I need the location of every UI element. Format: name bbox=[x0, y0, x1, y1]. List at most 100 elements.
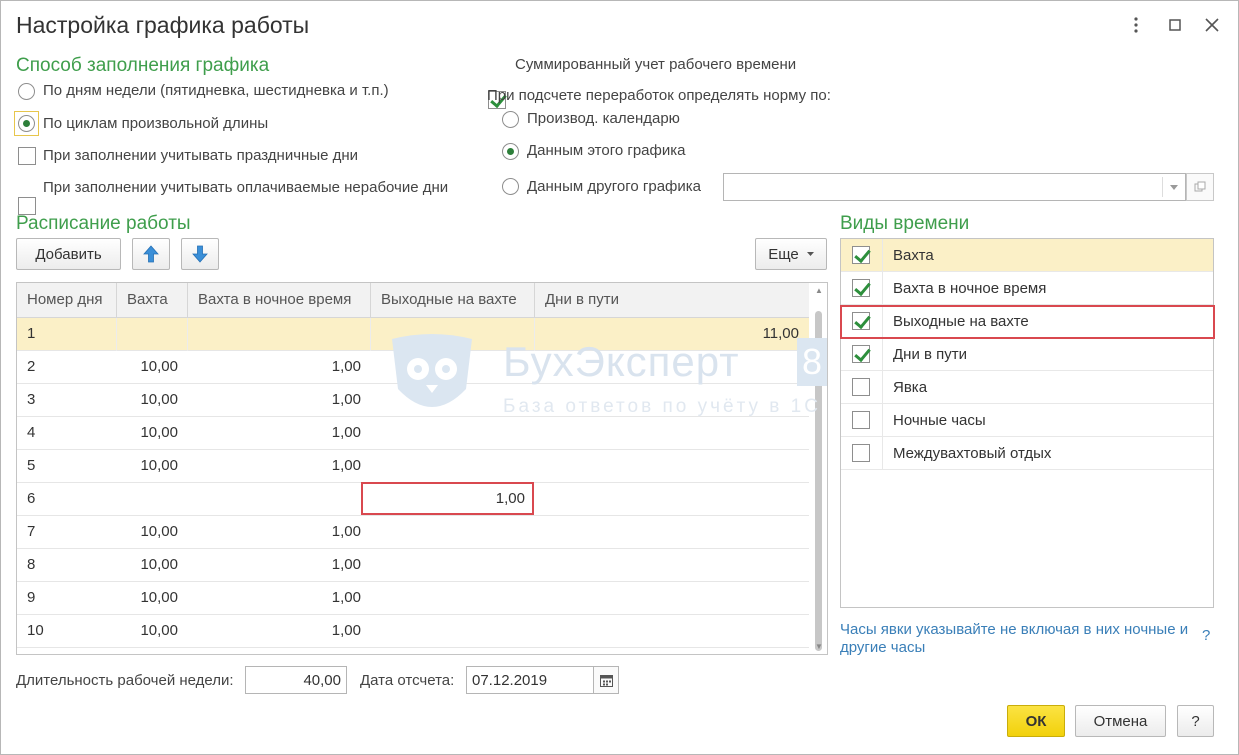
hint-help-icon[interactable]: ? bbox=[1202, 627, 1210, 644]
cell-travel-days[interactable] bbox=[535, 450, 809, 483]
cell-vahta[interactable]: 10,00 bbox=[117, 384, 188, 417]
cell-days-off[interactable] bbox=[371, 615, 535, 648]
time-type-checkbox[interactable] bbox=[852, 246, 870, 264]
cell-vahta[interactable]: 10,00 bbox=[117, 516, 188, 549]
time-type-item[interactable]: Вахта bbox=[841, 239, 1213, 272]
more-button[interactable]: Еще bbox=[755, 238, 827, 270]
help-button[interactable]: ? bbox=[1177, 705, 1214, 737]
cell-vahta-night[interactable] bbox=[188, 483, 371, 516]
cell-vahta[interactable]: 10,00 bbox=[117, 582, 188, 615]
cell-vahta-night[interactable] bbox=[188, 318, 371, 351]
col-vahta[interactable]: Вахта bbox=[117, 283, 188, 318]
cell-vahta[interactable]: 10,00 bbox=[117, 615, 188, 648]
table-row[interactable]: 4 10,00 1,00 bbox=[17, 417, 809, 450]
cell-travel-days[interactable] bbox=[535, 516, 809, 549]
cell-vahta[interactable]: 10,00 bbox=[117, 351, 188, 384]
cell-vahta[interactable]: 10,00 bbox=[117, 417, 188, 450]
chevron-down-icon[interactable] bbox=[1162, 177, 1184, 197]
col-day-number[interactable]: Номер дня bbox=[17, 283, 117, 318]
time-type-item[interactable]: Междувахтовый отдых bbox=[841, 437, 1213, 470]
radio-other-schedule[interactable] bbox=[502, 178, 519, 195]
radio-cycles-focus[interactable] bbox=[14, 111, 39, 136]
radio-calendar[interactable] bbox=[502, 111, 519, 128]
other-schedule-select[interactable] bbox=[723, 173, 1186, 201]
col-vahta-night[interactable]: Вахта в ночное время bbox=[188, 283, 371, 318]
cell-day[interactable]: 10 bbox=[17, 615, 117, 648]
cell-day[interactable]: 9 bbox=[17, 582, 117, 615]
time-type-checkbox[interactable] bbox=[852, 378, 870, 396]
more-menu-icon[interactable] bbox=[1124, 12, 1148, 38]
cell-day[interactable]: 5 bbox=[17, 450, 117, 483]
time-type-checkbox[interactable] bbox=[852, 279, 870, 297]
cell-day[interactable]: 8 bbox=[17, 549, 117, 582]
cell-day[interactable]: 6 bbox=[17, 483, 117, 516]
cell-travel-days[interactable] bbox=[535, 417, 809, 450]
cell-travel-days[interactable] bbox=[535, 615, 809, 648]
window-title: Настройка графика работы bbox=[16, 12, 310, 38]
time-type-item[interactable]: Дни в пути bbox=[841, 338, 1213, 371]
move-down-button[interactable] bbox=[181, 238, 219, 270]
cell-day[interactable]: 1 bbox=[17, 318, 117, 351]
cell-days-off[interactable] bbox=[371, 516, 535, 549]
time-type-check-cell bbox=[841, 404, 883, 437]
cell-day[interactable]: 4 bbox=[17, 417, 117, 450]
cell-vahta-night[interactable]: 1,00 bbox=[188, 582, 371, 615]
time-type-item[interactable]: Ночные часы bbox=[841, 404, 1213, 437]
week-duration-input[interactable]: 40,00 bbox=[245, 666, 347, 694]
time-type-checkbox[interactable] bbox=[852, 345, 870, 363]
move-up-button[interactable] bbox=[132, 238, 170, 270]
cell-day[interactable]: 7 bbox=[17, 516, 117, 549]
cell-days-off[interactable] bbox=[371, 582, 535, 615]
time-type-item[interactable]: Явка bbox=[841, 371, 1213, 404]
radio-cycles[interactable] bbox=[18, 115, 35, 132]
cell-vahta[interactable]: 10,00 bbox=[117, 450, 188, 483]
col-travel-days[interactable]: Дни в пути bbox=[535, 283, 809, 318]
open-form-icon[interactable] bbox=[1186, 173, 1214, 201]
table-row[interactable]: 7 10,00 1,00 bbox=[17, 516, 809, 549]
cell-vahta[interactable]: 10,00 bbox=[117, 549, 188, 582]
cell-vahta-night[interactable]: 1,00 bbox=[188, 417, 371, 450]
table-row[interactable]: 9 10,00 1,00 bbox=[17, 582, 809, 615]
cell-days-off[interactable] bbox=[371, 417, 535, 450]
time-type-checkbox[interactable] bbox=[852, 411, 870, 429]
watermark-digit: 8 bbox=[797, 338, 827, 386]
cell-days-off[interactable] bbox=[371, 549, 535, 582]
table-row[interactable]: 5 10,00 1,00 bbox=[17, 450, 809, 483]
table-row[interactable]: 10 10,00 1,00 bbox=[17, 615, 809, 648]
cell-travel-days[interactable] bbox=[535, 582, 809, 615]
cell-vahta[interactable] bbox=[117, 318, 188, 351]
time-type-item[interactable]: Вахта в ночное время bbox=[841, 272, 1213, 305]
scroll-up-icon[interactable]: ▲ bbox=[814, 287, 824, 295]
cell-day[interactable]: 2 bbox=[17, 351, 117, 384]
start-date-input[interactable]: 07.12.2019 bbox=[466, 666, 594, 694]
cell-vahta-night[interactable]: 1,00 bbox=[188, 549, 371, 582]
cell-vahta-night[interactable]: 1,00 bbox=[188, 450, 371, 483]
cell-vahta[interactable] bbox=[117, 483, 188, 516]
time-types-list[interactable]: Вахта Вахта в ночное время Выходные на вах… bbox=[840, 238, 1214, 608]
hint-text[interactable]: Часы явки указывайте не включая в них но… bbox=[840, 621, 1200, 657]
radio-this-schedule[interactable] bbox=[502, 143, 519, 160]
maximize-icon[interactable] bbox=[1163, 12, 1187, 38]
cancel-button[interactable]: Отмена bbox=[1075, 705, 1166, 737]
add-button[interactable]: Добавить bbox=[16, 238, 121, 270]
cell-day[interactable]: 3 bbox=[17, 384, 117, 417]
arrow-down-icon bbox=[192, 245, 208, 263]
cell-travel-days[interactable] bbox=[535, 483, 809, 516]
ok-button[interactable]: ОК bbox=[1007, 705, 1065, 737]
close-icon[interactable] bbox=[1200, 12, 1224, 38]
time-type-checkbox[interactable] bbox=[852, 444, 870, 462]
time-type-label: Междувахтовый отдых bbox=[893, 445, 1052, 462]
table-row[interactable]: 8 10,00 1,00 bbox=[17, 549, 809, 582]
holidays-checkbox[interactable] bbox=[18, 147, 36, 165]
cell-vahta-night[interactable]: 1,00 bbox=[188, 351, 371, 384]
col-days-off[interactable]: Выходные на вахте bbox=[371, 283, 535, 318]
cell-days-off[interactable] bbox=[371, 450, 535, 483]
cell-vahta-night[interactable]: 1,00 bbox=[188, 516, 371, 549]
cell-travel-days[interactable] bbox=[535, 549, 809, 582]
cell-vahta-night[interactable]: 1,00 bbox=[188, 384, 371, 417]
radio-weekdays[interactable] bbox=[18, 83, 35, 100]
cell-vahta-night[interactable]: 1,00 bbox=[188, 615, 371, 648]
calendar-icon[interactable] bbox=[593, 666, 619, 694]
time-type-label: Явка bbox=[893, 379, 928, 396]
scroll-down-icon[interactable]: ▼ bbox=[814, 643, 824, 651]
